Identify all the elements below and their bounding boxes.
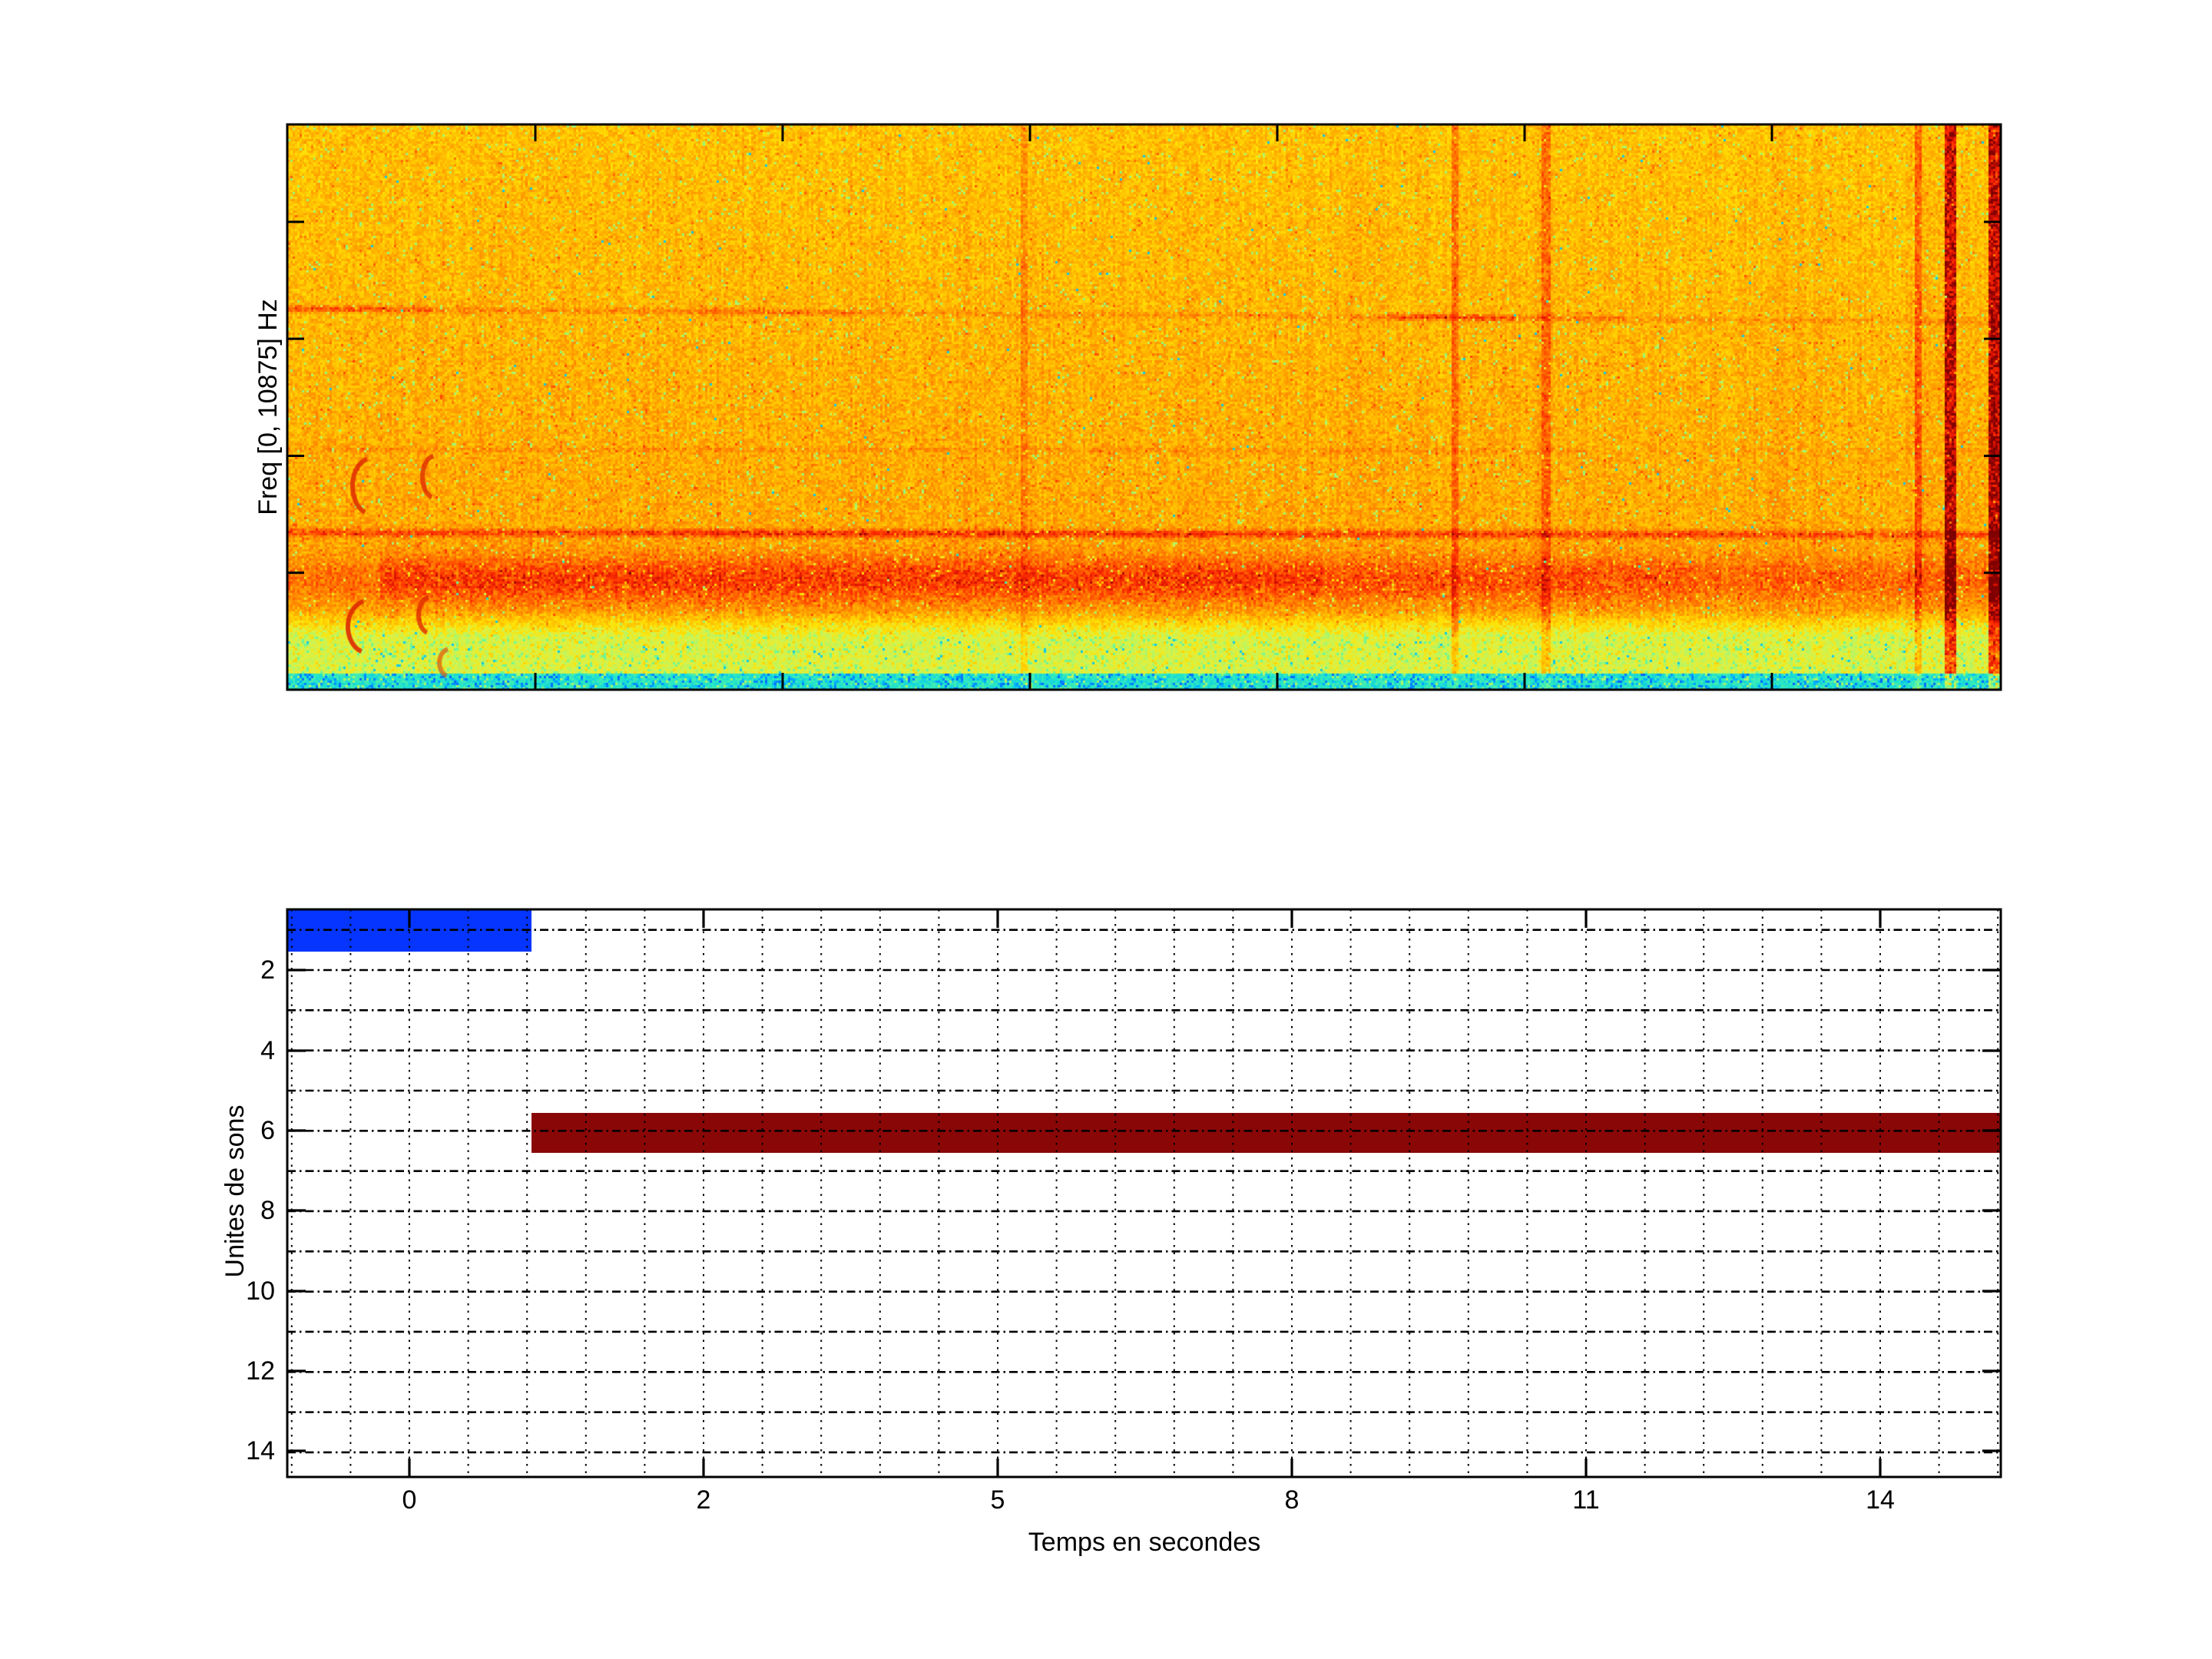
- x-tick-5: 5: [990, 1485, 1005, 1515]
- figure-page: { "figure": { "background": "#ffffff", "…: [0, 0, 2212, 1659]
- time-xlabel: Temps en secondes: [1028, 1528, 1261, 1557]
- x-tick-0: 0: [402, 1485, 417, 1515]
- units-ylabel: Unites de sons: [220, 1104, 250, 1278]
- y-tick-6: 6: [260, 1116, 275, 1145]
- y-tick-2: 2: [260, 955, 275, 985]
- axes-layer: [286, 123, 2002, 1479]
- y-tick-12: 12: [246, 1356, 275, 1386]
- bar-plot-frame: [286, 908, 2002, 1479]
- y-tick-4: 4: [260, 1036, 275, 1065]
- y-tick-10: 10: [246, 1277, 275, 1306]
- x-tick-2: 2: [696, 1485, 711, 1515]
- x-tick-8: 8: [1284, 1485, 1300, 1515]
- x-tick-11: 11: [1572, 1485, 1600, 1515]
- y-tick-8: 8: [260, 1196, 275, 1225]
- x-tick-14: 14: [1866, 1485, 1895, 1515]
- y-tick-14: 14: [246, 1436, 275, 1465]
- sound-unit-6-bar: [531, 1113, 2001, 1153]
- spectrogram-ylabel: Freq [0, 10875] Hz: [253, 299, 283, 515]
- spectrogram-frame: [286, 123, 2002, 691]
